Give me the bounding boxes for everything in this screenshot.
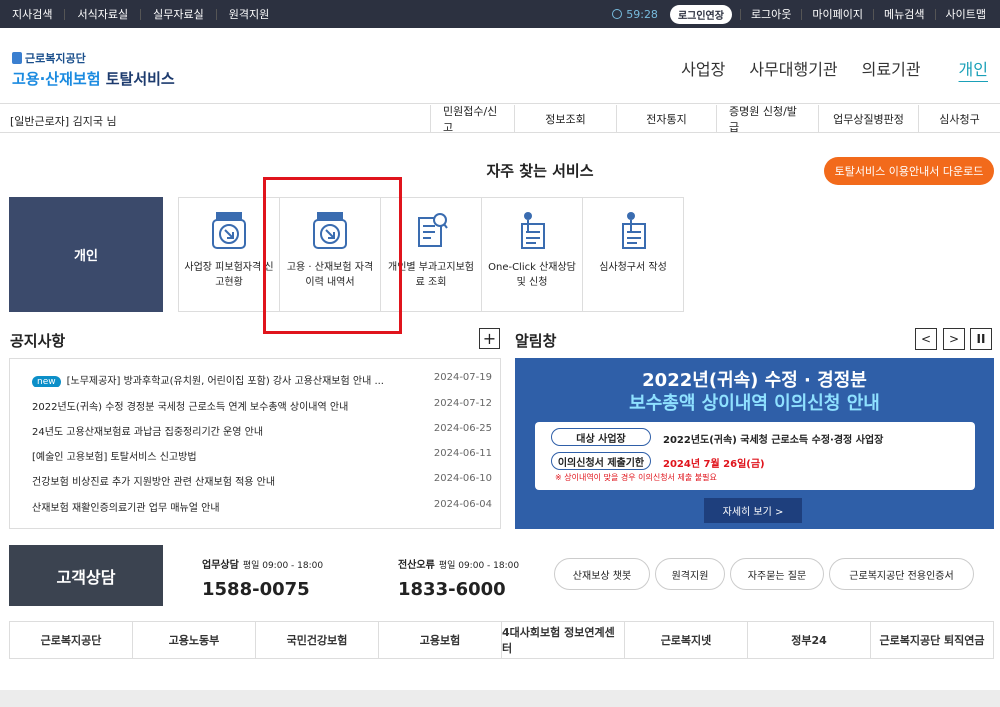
list-item[interactable]: 산재보험 재활인증의료기관 업무 매뉴얼 안내 2024-06-04 bbox=[32, 499, 492, 514]
user-name: [일반근로자] 김지국 님 bbox=[10, 115, 117, 128]
menu-info[interactable]: 정보조회 bbox=[514, 105, 616, 133]
notice-title: 공지사항 bbox=[10, 332, 66, 350]
notice-list: new [노무제공자] 방과후학교(유치원, 어린이집 포함) 강사 고용산재보험… bbox=[9, 358, 501, 529]
list-item[interactable]: [예술인 고용보험] 토탈서비스 신고방법 2024-06-11 bbox=[32, 448, 492, 463]
clock-icon bbox=[612, 9, 623, 19]
nav-agency[interactable]: 사무대행기관 bbox=[737, 56, 849, 80]
notice-more-button[interactable]: + bbox=[479, 328, 500, 349]
document-arrow-icon bbox=[212, 212, 246, 249]
site-header: 근로복지공단 고용·산재보험 토탈서비스 사업장 사무대행기관 의료기관 개인 bbox=[0, 28, 1000, 104]
site-logo[interactable]: 근로복지공단 고용·산재보험 토탈서비스 bbox=[12, 50, 175, 89]
session-timer: 59:28 bbox=[612, 8, 670, 21]
list-item[interactable]: 2022년도(귀속) 수정 경정분 국세청 근로소득 연계 보수총액 상이내역 … bbox=[32, 398, 492, 413]
sitemap-link[interactable]: 사이트맵 bbox=[934, 8, 996, 20]
banner-link[interactable]: 근로복지공단 퇴직연금 bbox=[871, 622, 993, 658]
faq-button[interactable]: 자주묻는 질문 bbox=[730, 558, 824, 590]
menu-notification[interactable]: 전자통지 bbox=[616, 105, 716, 133]
banner-link[interactable]: 근로복지공단 bbox=[10, 622, 133, 658]
topbar-link-forms[interactable]: 서식자료실 bbox=[65, 8, 142, 20]
menu-review[interactable]: 심사청구 bbox=[918, 105, 1000, 133]
logo-icon bbox=[12, 52, 22, 64]
category-personal[interactable]: 개인 bbox=[9, 197, 163, 312]
logout-link[interactable]: 로그아웃 bbox=[739, 8, 801, 20]
cs-work: 업무상담 평일 09:00 - 18:00 1588-0075 bbox=[202, 560, 324, 600]
topbar-link-branch[interactable]: 지사검색 bbox=[0, 8, 66, 20]
remote-support-button[interactable]: 원격지원 bbox=[655, 558, 725, 590]
next-button[interactable]: > bbox=[943, 328, 965, 350]
service-tile[interactable]: One-Click 산재상담 및 신청 bbox=[481, 197, 583, 312]
menu-certificate[interactable]: 증명원 신청/발급 bbox=[716, 105, 818, 134]
service-tile[interactable]: 심사청구서 작성 bbox=[582, 197, 684, 312]
list-item[interactable]: 24년도 고용산재보험료 과납금 집중정리기간 운영 안내 2024-06-25 bbox=[32, 423, 492, 438]
mypage-link[interactable]: 마이페이지 bbox=[801, 8, 873, 20]
footer-strip bbox=[0, 690, 1000, 707]
list-item[interactable]: new [노무제공자] 방과후학교(유치원, 어린이집 포함) 강사 고용산재보험… bbox=[32, 372, 492, 387]
banner-link[interactable]: 국민건강보험 bbox=[256, 622, 379, 658]
certificate-button[interactable]: 근로복지공단 전용인증서 bbox=[829, 558, 974, 590]
main-nav: 사업장 사무대행기관 의료기관 개인 bbox=[669, 56, 1000, 80]
banner-link[interactable]: 고용보험 bbox=[379, 622, 502, 658]
topbar-link-remote[interactable]: 원격지원 bbox=[217, 9, 281, 20]
sub-menu-bar: [일반근로자] 김지국 님 민원접수/신고 정보조회 전자통지 증명원 신청/발… bbox=[0, 105, 1000, 134]
related-sites: 근로복지공단 고용노동부 국민건강보험 고용보험 4대사회보험 정보연계센터 근… bbox=[9, 621, 994, 659]
banner-link[interactable]: 근로복지넷 bbox=[625, 622, 748, 658]
new-badge: new bbox=[32, 376, 61, 387]
cs-it: 전산오류 평일 09:00 - 18:00 1833-6000 bbox=[398, 560, 520, 600]
document-search-icon bbox=[418, 213, 448, 247]
nav-personal[interactable]: 개인 bbox=[947, 56, 1000, 80]
download-guide-button[interactable]: 토탈서비스 이용안내서 다운로드 bbox=[824, 157, 994, 185]
chatbot-button[interactable]: 산재보상 챗봇 bbox=[554, 558, 650, 590]
nav-medical[interactable]: 의료기관 bbox=[850, 56, 933, 80]
menu-disease[interactable]: 업무상질병판정 bbox=[818, 105, 918, 133]
prev-button[interactable]: < bbox=[915, 328, 937, 350]
pen-document-icon bbox=[622, 212, 646, 249]
extend-login-button[interactable]: 로그인연장 bbox=[669, 4, 732, 24]
highlight-box bbox=[263, 177, 402, 334]
banner-link[interactable]: 정부24 bbox=[748, 622, 871, 658]
banner-info-box: 대상 사업장 2022년도(귀속) 국세청 근로소득 수정·경정 사업장 이의신… bbox=[535, 422, 975, 490]
banner-link[interactable]: 고용노동부 bbox=[133, 622, 256, 658]
menu-complaint[interactable]: 민원접수/신고 bbox=[430, 105, 514, 134]
customer-service-title: 고객상담 bbox=[9, 545, 163, 606]
banner-link[interactable]: 4대사회보험 정보연계센터 bbox=[502, 622, 625, 658]
menu-search-link[interactable]: 메뉴검색 bbox=[873, 8, 934, 20]
topbar-link-practice[interactable]: 실무자료실 bbox=[141, 8, 217, 20]
top-utility-bar: 지사검색 서식자료실 실무자료실 원격지원 59:28 로그인연장 로그아웃 마… bbox=[0, 0, 1000, 28]
alarm-title: 알림창 bbox=[515, 332, 557, 350]
pause-button[interactable]: II bbox=[970, 328, 992, 350]
list-item[interactable]: 건강보험 비상진료 추가 지원방안 관련 산재보험 적용 안내 2024-06-1… bbox=[32, 473, 492, 488]
alarm-banner[interactable]: 2022년(귀속) 수정 · 경정분 보수총액 상이내역 이의신청 안내 대상 … bbox=[515, 358, 994, 529]
banner-detail-button[interactable]: 자세히 보기 > bbox=[704, 498, 802, 523]
pen-document-icon bbox=[521, 212, 545, 249]
nav-workplace[interactable]: 사업장 bbox=[669, 56, 737, 80]
service-tiles: 사업장 피보험자격 신고현황 고용 · 산재보험 자격 이력 내역서 개인별 부… bbox=[178, 197, 684, 312]
